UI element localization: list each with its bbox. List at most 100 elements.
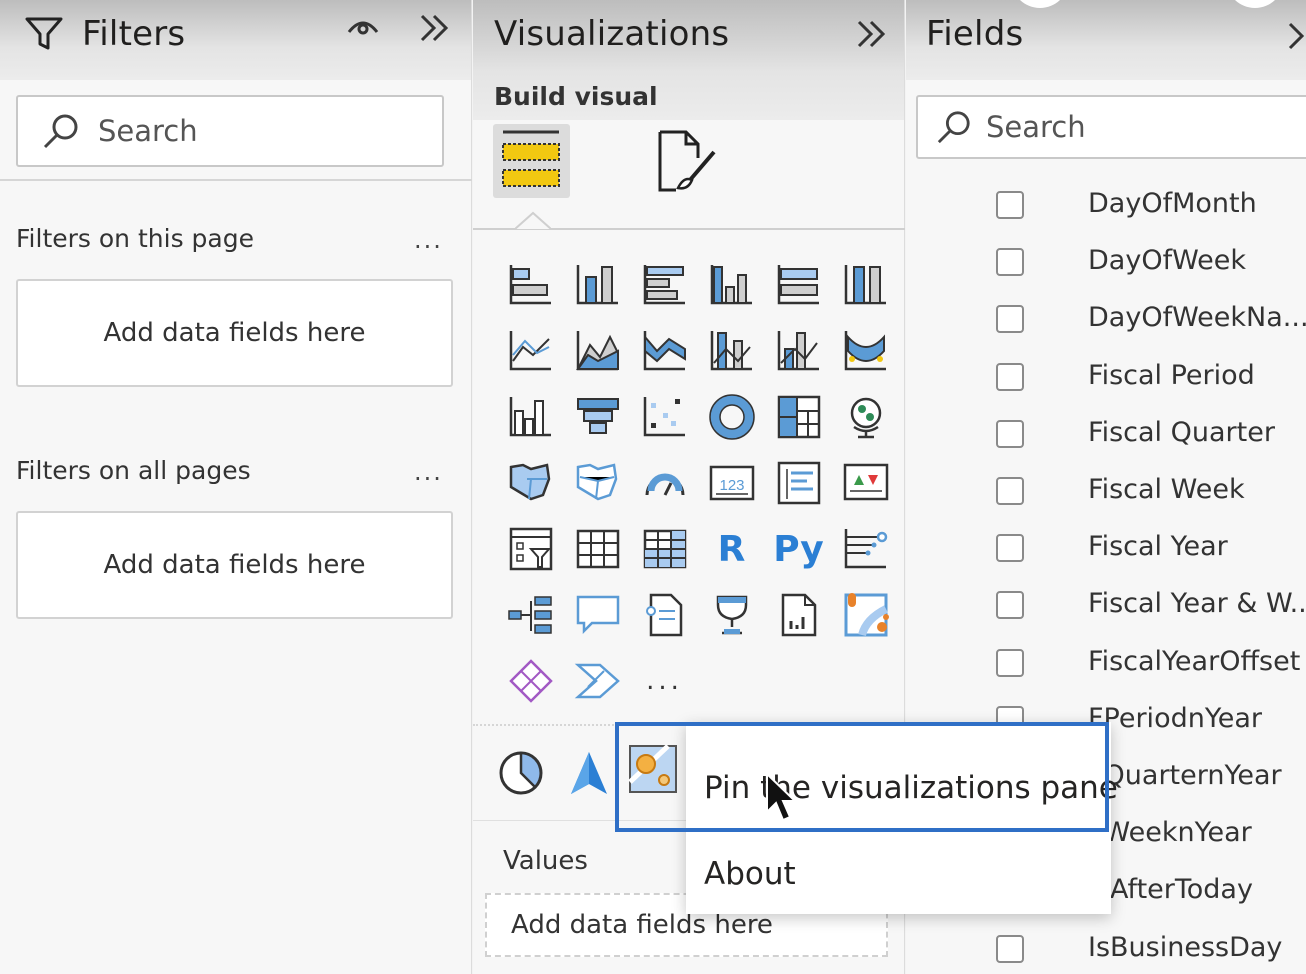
- field-checkbox[interactable]: [996, 648, 1024, 677]
- paginated-report-icon: [781, 593, 816, 637]
- fields-search-input[interactable]: Search: [916, 95, 1306, 159]
- menu-item-about[interactable]: About: [704, 856, 796, 892]
- values-label: Values: [503, 846, 588, 876]
- azure-map-icon: [844, 593, 889, 637]
- collapse-fields-icon[interactable]: [1286, 20, 1306, 52]
- field-item-label[interactable]: Fiscal Year: [1088, 531, 1228, 562]
- window-control-circle: [1011, 0, 1069, 8]
- clustered-column-chart-button[interactable]: [698, 252, 765, 318]
- paginated-report-button[interactable]: [765, 582, 832, 648]
- multi-row-card-button[interactable]: [765, 450, 832, 516]
- python-visual-icon: Py: [773, 528, 824, 570]
- stacked-column-chart-icon: [576, 265, 618, 305]
- stacked-column-chart-button[interactable]: [564, 252, 631, 318]
- azure-map-button[interactable]: [832, 582, 899, 648]
- filters-on-this-page-label: Filters on this page: [16, 224, 254, 253]
- funnel-button[interactable]: [564, 384, 631, 450]
- kpi-icon: [843, 463, 888, 501]
- waterfall-chart-button[interactable]: [497, 384, 564, 450]
- map-button[interactable]: [832, 384, 899, 450]
- shape-map-button[interactable]: [564, 450, 631, 516]
- qa-button[interactable]: [564, 582, 631, 648]
- metrics-button[interactable]: [698, 582, 765, 648]
- slicer-button[interactable]: [497, 516, 564, 582]
- field-item-label[interactable]: FWeeknYear: [1088, 817, 1252, 848]
- stacked-area-chart-button[interactable]: [631, 318, 698, 384]
- slicer-icon: [509, 527, 552, 571]
- smart-narrative-button[interactable]: [631, 582, 698, 648]
- field-checkbox[interactable]: [996, 477, 1024, 505]
- gauge-button[interactable]: [631, 450, 698, 516]
- field-item-label[interactable]: Fiscal Quarter: [1088, 417, 1275, 448]
- r-visual-icon: R: [717, 528, 746, 570]
- field-item-label[interactable]: IsBusinessDay: [1088, 932, 1282, 963]
- card-button[interactable]: 123: [698, 450, 765, 516]
- line-and-stacked-column-button[interactable]: [698, 318, 765, 384]
- filled-map-button[interactable]: [497, 450, 564, 516]
- fields-well-icon: [502, 130, 560, 187]
- this-page-more-button[interactable]: ...: [414, 226, 443, 254]
- pie-chart-icon[interactable]: [498, 750, 544, 796]
- all-pages-more-button[interactable]: ...: [414, 458, 443, 486]
- collapse-filters-icon[interactable]: [418, 12, 450, 44]
- clustered-bar-chart-button[interactable]: [631, 252, 698, 318]
- table-button[interactable]: [564, 516, 631, 582]
- line-and-clustered-column-button[interactable]: [765, 318, 832, 384]
- filters-search-input[interactable]: Search: [16, 95, 444, 167]
- field-checkbox[interactable]: [996, 419, 1024, 448]
- field-checkbox[interactable]: [996, 591, 1024, 620]
- r-visual-button[interactable]: R: [698, 516, 765, 582]
- mouse-cursor-icon: [766, 772, 798, 822]
- collapse-visualizations-icon[interactable]: [855, 18, 887, 50]
- 100-stacked-column-chart-button[interactable]: [832, 252, 899, 318]
- field-checkbox[interactable]: [996, 934, 1024, 963]
- kpi-button[interactable]: [832, 450, 899, 516]
- matrix-button[interactable]: [631, 516, 698, 582]
- ribbon-chart-button[interactable]: [832, 318, 899, 384]
- power-apps-button[interactable]: [497, 648, 564, 714]
- field-item-label[interactable]: DayOfMonth: [1088, 188, 1257, 219]
- format-paintbrush-icon[interactable]: [656, 130, 720, 196]
- all-pages-drop-zone[interactable]: Add data fields here: [16, 511, 453, 619]
- arcgis-icon[interactable]: [569, 750, 609, 796]
- more-visuals-button[interactable]: ...: [631, 648, 698, 714]
- python-visual-button[interactable]: Py: [765, 516, 832, 582]
- field-item-label[interactable]: DayOfWeekNa...: [1088, 302, 1306, 333]
- field-checkbox[interactable]: [996, 305, 1024, 334]
- funnel-icon: [576, 398, 619, 434]
- power-apps-icon: [508, 659, 553, 703]
- card-icon: 123: [709, 465, 754, 501]
- field-checkbox[interactable]: [996, 362, 1024, 391]
- field-item-label[interactable]: DayOfWeek: [1088, 245, 1246, 276]
- field-checkbox[interactable]: [996, 248, 1024, 277]
- donut-chart-button[interactable]: [698, 384, 765, 450]
- field-item-label[interactable]: FPeriodnYear: [1088, 703, 1262, 734]
- decomposition-tree-icon: [507, 596, 552, 634]
- line-chart-button[interactable]: [497, 318, 564, 384]
- field-checkbox[interactable]: [996, 534, 1024, 563]
- power-automate-button[interactable]: [564, 648, 631, 714]
- area-chart-button[interactable]: [564, 318, 631, 384]
- field-item-label[interactable]: Fiscal Period: [1088, 360, 1255, 391]
- field-checkbox[interactable]: [996, 191, 1024, 219]
- decomposition-tree-button[interactable]: [497, 582, 564, 648]
- filter-icon: [25, 17, 63, 50]
- stacked-bar-chart-button[interactable]: [497, 252, 564, 318]
- donut-chart-icon: [708, 394, 755, 440]
- treemap-button[interactable]: [765, 384, 832, 450]
- fields-search-placeholder: Search: [986, 110, 1086, 144]
- build-visual-tab[interactable]: [493, 124, 570, 198]
- this-page-drop-zone[interactable]: Add data fields here: [16, 279, 453, 387]
- key-influencers-button[interactable]: [832, 516, 899, 582]
- 100-stacked-bar-chart-button[interactable]: [765, 252, 832, 318]
- eye-icon[interactable]: [346, 16, 380, 38]
- field-item-label[interactable]: FiscalYearOffset: [1088, 646, 1300, 677]
- field-item-label[interactable]: Fiscal Week: [1088, 474, 1245, 505]
- filters-title: Filters: [82, 14, 186, 54]
- scatter-chart-button[interactable]: [631, 384, 698, 450]
- field-item-label[interactable]: Fiscal Year & W...: [1088, 588, 1306, 619]
- table-icon: [576, 529, 619, 569]
- field-item-label[interactable]: IsAfterToday: [1088, 874, 1253, 905]
- filters-header: Filters: [0, 0, 471, 80]
- matrix-icon: [643, 529, 686, 569]
